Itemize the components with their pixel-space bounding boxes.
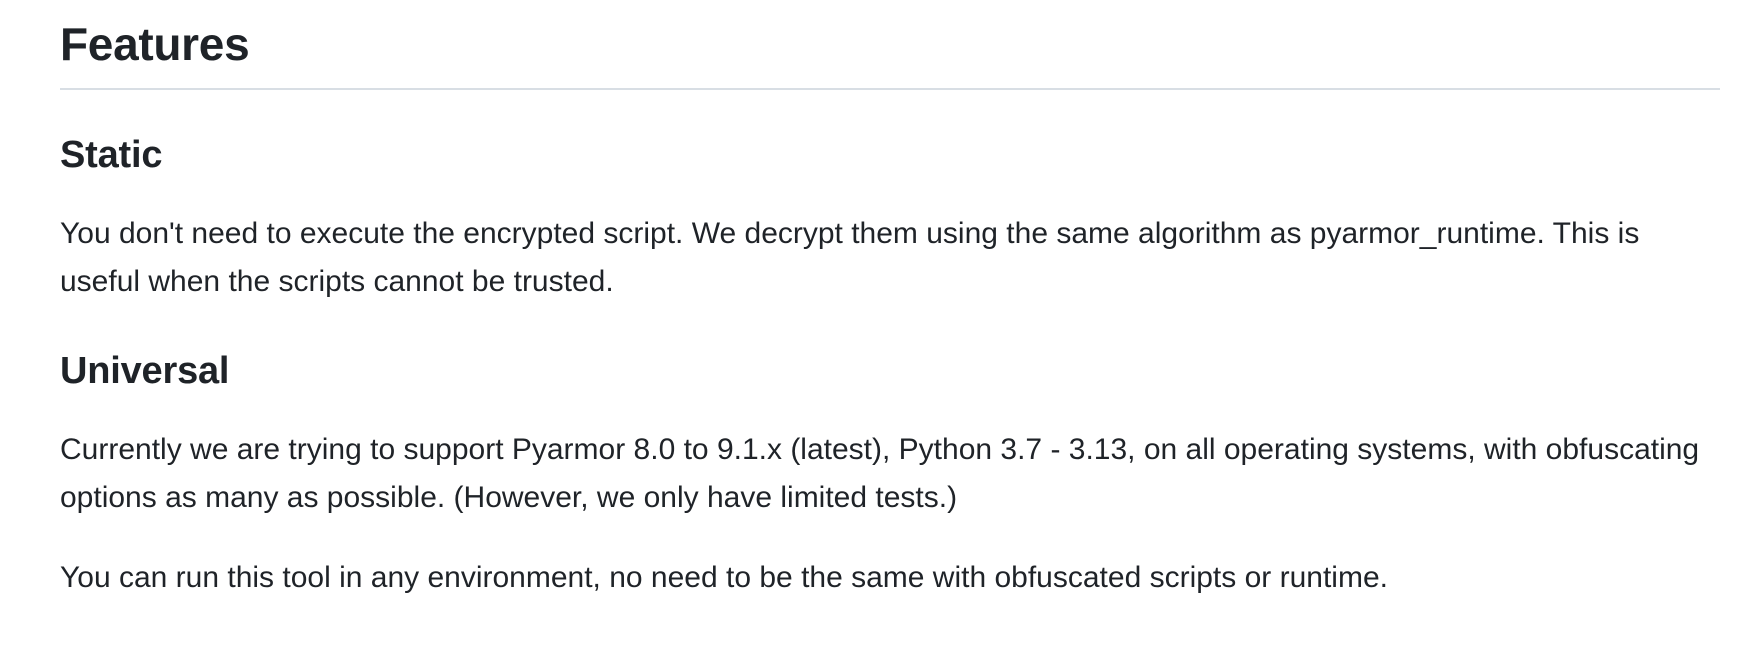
section-paragraph-universal-environment: You can run this tool in any environment…	[60, 561, 1388, 594]
section-heading-universal: Universal	[60, 350, 230, 392]
section-paragraph-static: You don't need to execute the encrypted …	[60, 217, 1640, 298]
markdown-content: Features Static You don't need to execut…	[60, 0, 1720, 602]
section-paragraph-universal-support: Currently we are trying to support Pyarm…	[60, 433, 1700, 514]
section-heading-static: Static	[60, 134, 163, 176]
page-title: Features	[60, 0, 1720, 90]
